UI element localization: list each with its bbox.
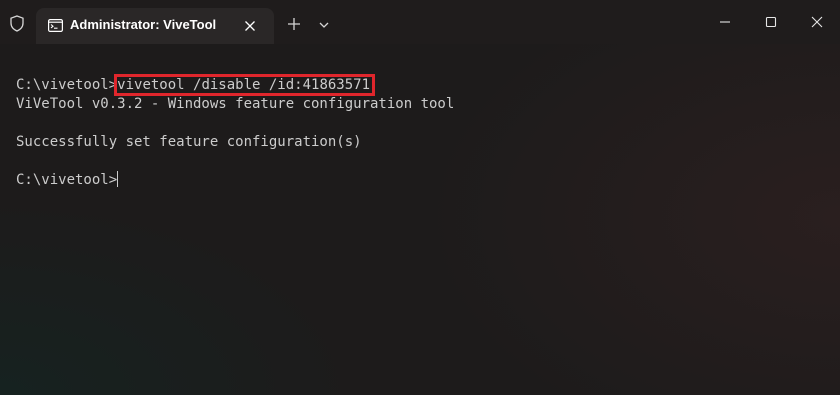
- prompt: C:\vivetool>: [16, 172, 118, 188]
- command-highlight: vivetool /disable /id:41863571: [114, 74, 376, 96]
- tab-title: Administrator: ViveTool: [70, 17, 217, 32]
- close-icon: [811, 16, 823, 28]
- shield-icon: [9, 15, 25, 32]
- prompt: C:\vivetool>: [16, 77, 118, 93]
- text-cursor: [117, 171, 119, 187]
- tab-administrator-vivetool[interactable]: Administrator: ViveTool: [36, 8, 274, 44]
- terminal-window: Administrator: ViveTool C:\vivetool>vive…: [0, 0, 840, 395]
- output-line-success: Successfully set feature configuration(s…: [16, 134, 362, 150]
- title-bar[interactable]: Administrator: ViveTool: [0, 0, 840, 44]
- tab-close-icon[interactable]: [242, 18, 258, 34]
- prompt-line[interactable]: C:\vivetool>: [16, 171, 119, 190]
- chevron-down-icon[interactable]: [318, 18, 330, 30]
- terminal-output[interactable]: C:\vivetool>vivetool /disable /id:418635…: [0, 44, 840, 395]
- minimize-icon: [720, 21, 730, 23]
- new-tab-plus-icon[interactable]: [286, 16, 302, 32]
- close-button[interactable]: [794, 0, 840, 44]
- command-line: C:\vivetool>vivetool /disable /id:418635…: [16, 74, 376, 96]
- output-line-version: ViVeTool v0.3.2 - Windows feature config…: [16, 96, 455, 112]
- maximize-button[interactable]: [748, 0, 794, 44]
- maximize-icon: [765, 16, 777, 28]
- terminal-icon: [48, 19, 64, 33]
- minimize-button[interactable]: [702, 0, 748, 44]
